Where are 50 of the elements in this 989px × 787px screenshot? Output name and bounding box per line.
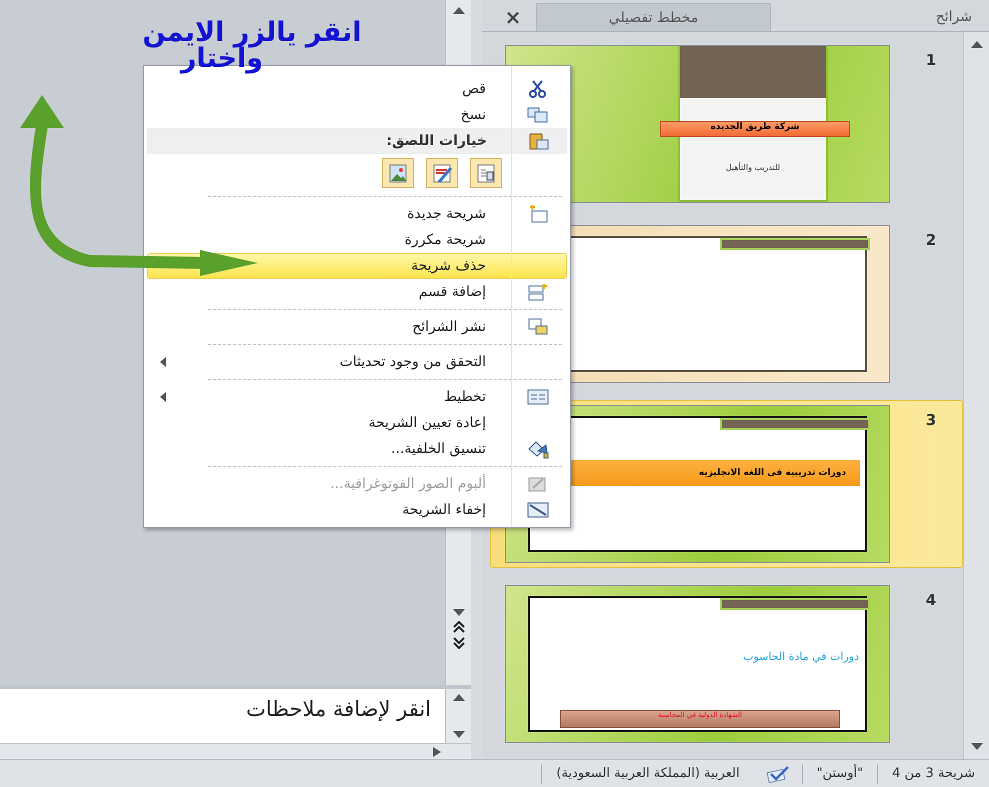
language: العربية (المملكة العربية السعودية) [555, 766, 741, 781]
slide-number: 3 [924, 410, 938, 429]
scroll-up-icon[interactable] [452, 693, 464, 701]
scroll-down-icon[interactable] [452, 731, 464, 739]
next-slide-icon[interactable] [452, 637, 464, 649]
menu-item[interactable]: نشر الشرائح [147, 314, 567, 340]
previous-slide-icon[interactable] [452, 621, 464, 633]
submenu-arrow-icon [160, 392, 166, 402]
horizontal-scrollbar[interactable] [0, 743, 471, 759]
keep-text-icon [475, 162, 497, 184]
new-slide-icon [527, 204, 549, 224]
slide-title: شركة طريق الجديده [660, 121, 850, 137]
section-icon [527, 282, 549, 302]
theme-name: "أوستن" [816, 766, 864, 781]
paint-bucket-icon [527, 439, 549, 459]
scroll-up-icon[interactable] [970, 40, 982, 48]
slide-number: 2 [924, 230, 938, 249]
notes-field[interactable]: انقر لإضافة ملاحظات [0, 689, 445, 743]
clipboard-icon [528, 131, 550, 151]
spell-check-icon[interactable] [766, 764, 790, 782]
menu-item[interactable]: شريحة جديدة [147, 201, 567, 227]
submenu-arrow-icon [160, 357, 166, 367]
scroll-right-icon[interactable] [433, 746, 441, 756]
layout-icon [527, 387, 549, 407]
image-icon [387, 162, 409, 184]
slide-title: دورات في مادة الحاسوب [743, 650, 859, 663]
publish-icon [527, 317, 549, 337]
paintbrush-icon [431, 162, 453, 184]
panel-tab[interactable]: مخطط تفصيلي [536, 3, 771, 31]
hide-slide-icon [527, 500, 549, 520]
copy-icon [527, 105, 549, 125]
vertical-scrollbar[interactable] [963, 32, 989, 759]
slide-subtitle: للتدريب والتأهيل [726, 163, 780, 172]
scroll-up-icon[interactable] [452, 6, 464, 14]
slide-number: 1 [924, 50, 938, 69]
annotation-text: واختار [180, 46, 264, 72]
close-button[interactable]: × [490, 3, 536, 31]
slide-count: شريحة 3 من 4 [891, 766, 976, 781]
scroll-down-icon[interactable] [970, 743, 982, 751]
slide-number: 4 [924, 590, 938, 609]
menu-item[interactable]: إضافة قسم [147, 279, 567, 305]
paste-option-button[interactable] [470, 158, 502, 188]
annotation-text: انقر يالزر الايمن [142, 20, 362, 46]
paste-option-button[interactable] [426, 158, 458, 188]
scroll-down-icon[interactable] [452, 609, 464, 617]
menu-item[interactable]: التحقق من وجود تحديثات [147, 349, 567, 375]
menu-section-title: خيارات اللصق: [385, 133, 488, 149]
notes-scrollbar[interactable] [445, 689, 471, 743]
menu-item[interactable]: شريحة مكررة [147, 227, 567, 253]
scissors-icon [527, 79, 549, 99]
